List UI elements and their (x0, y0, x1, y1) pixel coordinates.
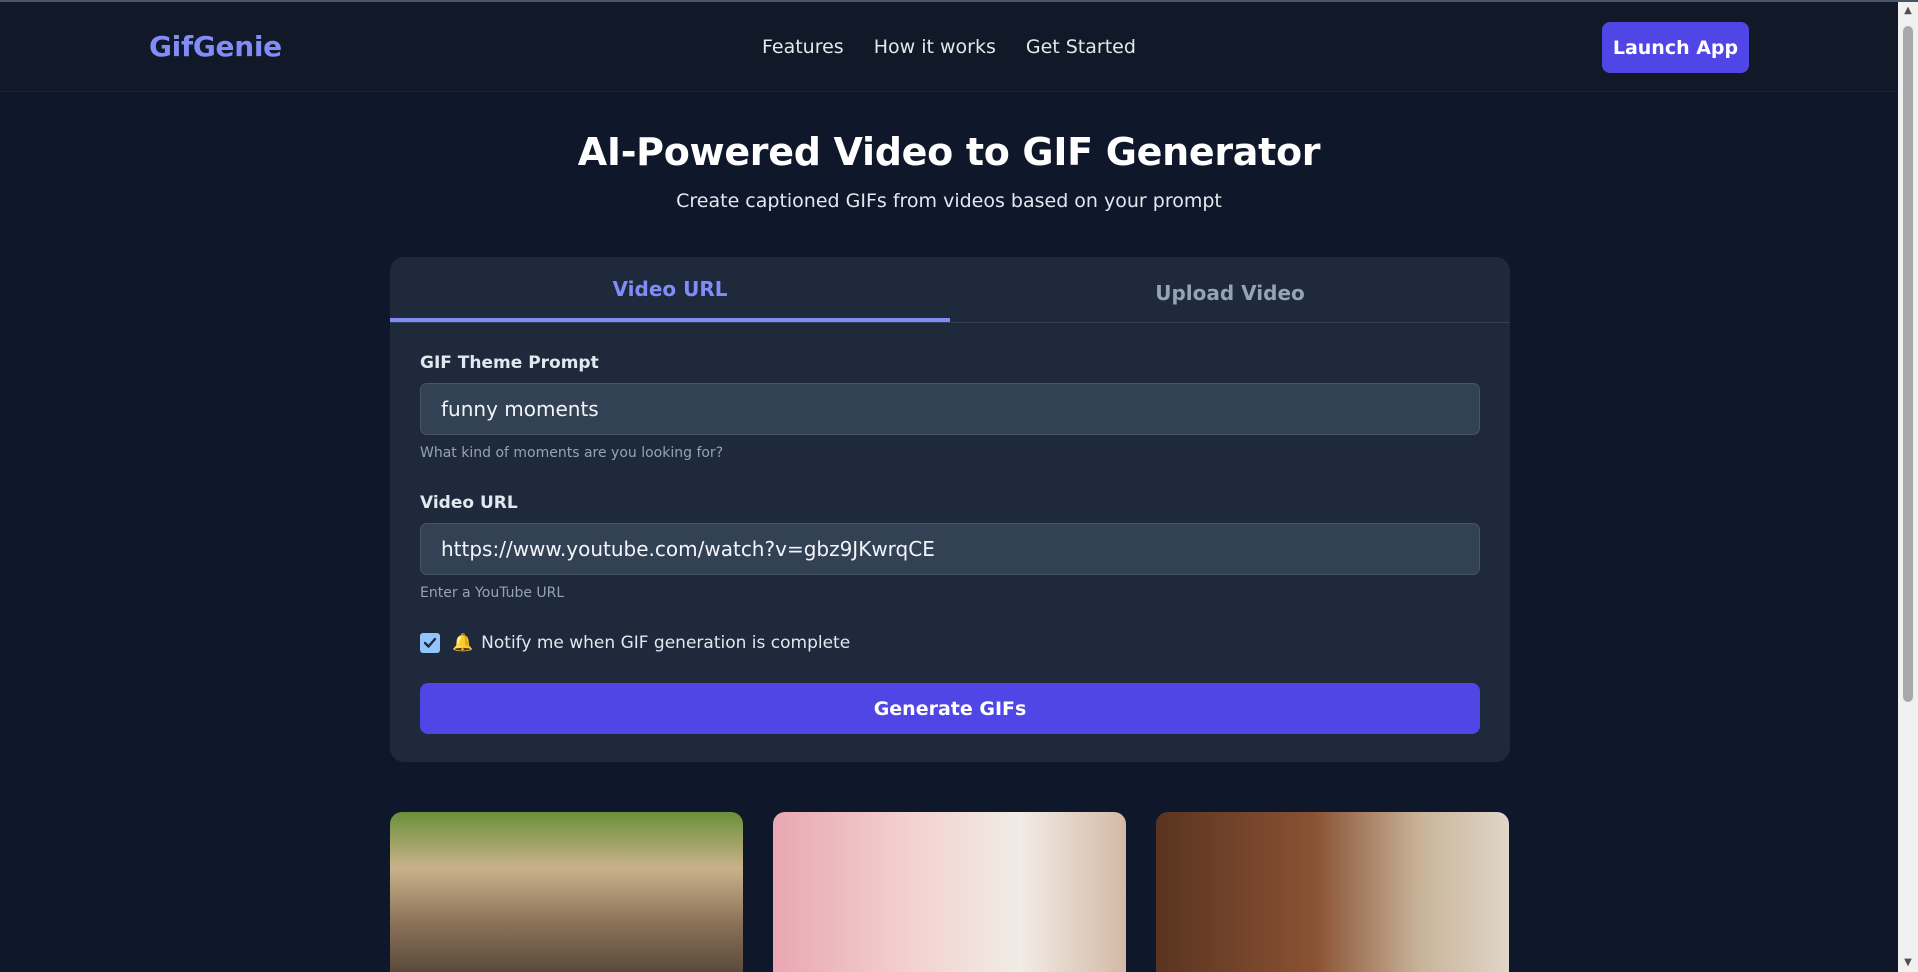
scroll-up-icon[interactable]: ▲ (1898, 2, 1918, 20)
input-tabs: Video URL Upload Video (390, 257, 1510, 323)
video-url-input[interactable] (420, 523, 1480, 575)
nav-links: Features How it works Get Started (762, 36, 1136, 58)
url-hint: Enter a YouTube URL (420, 585, 565, 601)
check-icon (423, 637, 437, 648)
gif-gallery (390, 812, 1509, 972)
vertical-scrollbar[interactable]: ▲ ▼ (1898, 2, 1918, 972)
scroll-down-icon[interactable]: ▼ (1898, 954, 1918, 972)
prompt-label: GIF Theme Prompt (420, 353, 599, 373)
navbar: GifGenie Features How it works Get Start… (0, 2, 1898, 92)
gif-preview-3[interactable] (1156, 812, 1509, 972)
nav-link-features[interactable]: Features (762, 36, 844, 58)
nav-link-get-started[interactable]: Get Started (1026, 36, 1136, 58)
notify-row: 🔔 Notify me when GIF generation is compl… (420, 633, 1480, 653)
prompt-hint: What kind of moments are you looking for… (420, 445, 724, 461)
page: GifGenie Features How it works Get Start… (0, 0, 1918, 972)
tab-upload-video[interactable]: Upload Video (950, 257, 1510, 322)
scrollbar-thumb[interactable] (1903, 26, 1913, 702)
gif-preview-2[interactable] (773, 812, 1126, 972)
launch-app-button[interactable]: Launch App (1602, 22, 1749, 73)
hero-title: AI-Powered Video to GIF Generator (577, 130, 1321, 174)
url-field: Video URL Enter a YouTube URL (420, 493, 1480, 601)
prompt-input[interactable] (420, 383, 1480, 435)
generate-gifs-button[interactable]: Generate GIFs (420, 683, 1480, 734)
notify-label[interactable]: Notify me when GIF generation is complet… (481, 633, 850, 653)
nav-link-how-it-works[interactable]: How it works (874, 36, 996, 58)
gif-preview-1[interactable] (390, 812, 743, 972)
logo[interactable]: GifGenie (149, 30, 282, 63)
generator-card: Video URL Upload Video GIF Theme Prompt … (390, 257, 1510, 762)
url-label: Video URL (420, 493, 518, 513)
notify-checkbox[interactable] (420, 633, 440, 653)
hero-subtitle: Create captioned GIFs from videos based … (676, 190, 1222, 212)
bell-icon: 🔔 (452, 633, 474, 653)
generator-form: GIF Theme Prompt What kind of moments ar… (420, 353, 1480, 734)
tab-video-url[interactable]: Video URL (390, 257, 950, 322)
